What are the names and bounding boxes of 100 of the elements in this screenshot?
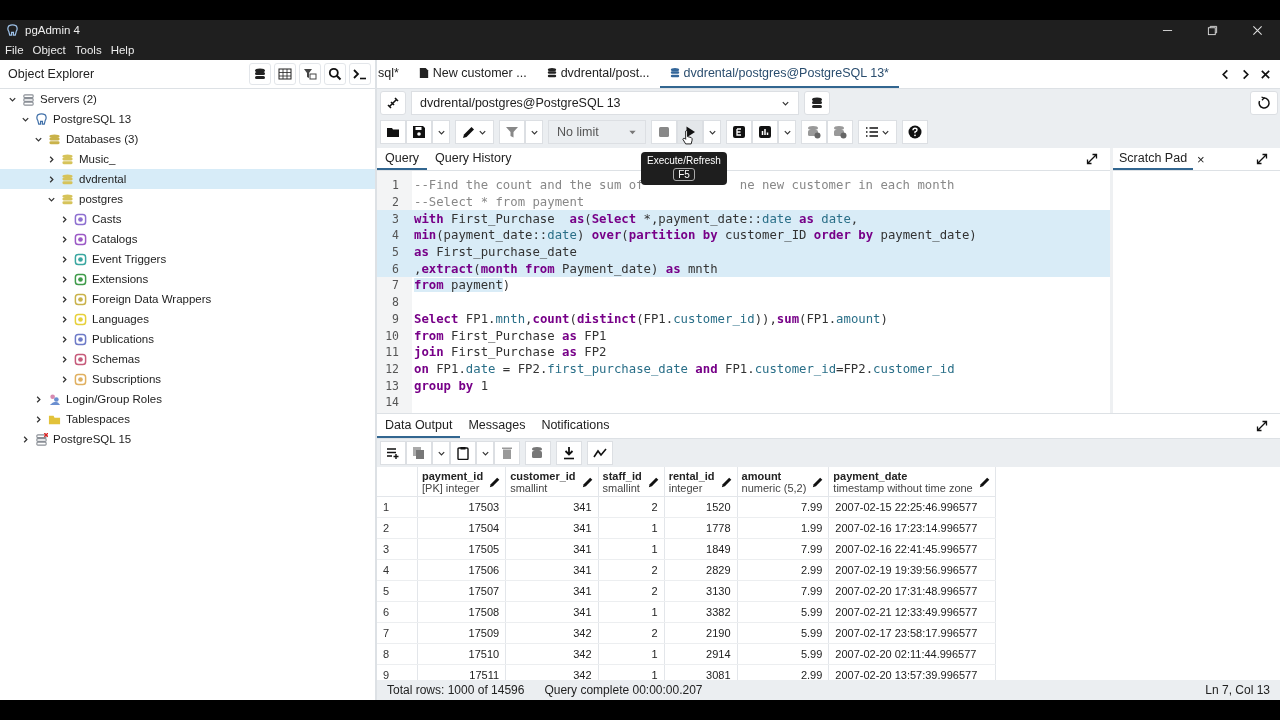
column-name: rental_id — [668, 469, 715, 482]
table-cell: 1778 — [664, 517, 738, 539]
object-icon — [74, 232, 87, 246]
macros-button[interactable] — [858, 120, 897, 144]
rollback-button[interactable] — [827, 120, 853, 144]
object-icon — [74, 332, 87, 346]
table-cell: 2 — [598, 496, 665, 518]
pencil-icon[interactable] — [647, 475, 660, 488]
tree-item[interactable]: Subscriptions — [0, 369, 375, 389]
tab[interactable]: Messages — [460, 414, 534, 438]
table-cell: 341 — [505, 580, 599, 602]
menu-item[interactable]: File — [5, 44, 24, 56]
restore-icon[interactable] — [1207, 24, 1218, 36]
code-line: on FP1.date = FP2.first_purchase_date and FP1.customer_id=FP2.customer_id — [414, 361, 955, 376]
tree-item[interactable]: Login/Group Roles — [0, 389, 375, 409]
table-cell: 1849 — [664, 538, 738, 560]
graph-button[interactable] — [587, 441, 613, 465]
menu-item[interactable]: Tools — [74, 44, 102, 56]
tab[interactable]: Notifications — [533, 414, 618, 438]
line-number: 3 — [391, 211, 400, 226]
tree-item[interactable]: Extensions — [0, 269, 375, 289]
table-cell: 2 — [598, 580, 665, 602]
table-cell: 3130 — [664, 580, 738, 602]
tree-item[interactable]: Schemas — [0, 349, 375, 369]
terminal-icon — [353, 67, 367, 81]
pencil-icon[interactable] — [812, 475, 825, 488]
delete-button[interactable] — [494, 441, 520, 465]
row-limit-dropdown[interactable]: No limit — [548, 120, 646, 144]
column-type: smallint — [510, 481, 548, 494]
tab[interactable]: Query History — [427, 148, 520, 170]
close-icon[interactable] — [1260, 68, 1271, 80]
tree-item[interactable]: PostgreSQL 13 — [0, 109, 375, 129]
tree-item[interactable]: Tablespaces — [0, 409, 375, 429]
tab[interactable]: New customer ... — [408, 60, 537, 88]
menu-item[interactable]: Help — [110, 44, 135, 56]
object-icon — [74, 252, 87, 266]
close-button[interactable]: × — [1197, 151, 1205, 167]
search-button[interactable] — [324, 63, 346, 85]
help-button[interactable] — [902, 120, 928, 144]
table-cell: 342 — [505, 622, 599, 644]
filter-options-button[interactable] — [525, 120, 543, 144]
open-file-button[interactable] — [380, 120, 406, 144]
connection-status-button[interactable] — [380, 91, 406, 115]
tree-item[interactable]: Servers (2) — [0, 89, 375, 109]
table-icon — [278, 67, 292, 81]
copy-button[interactable] — [406, 441, 432, 465]
expand-icon[interactable] — [1256, 153, 1268, 165]
expand-icon[interactable] — [1086, 153, 1098, 165]
menu-item[interactable]: Object — [32, 44, 66, 56]
tree-item[interactable]: dvdrental — [0, 169, 375, 189]
panel-title: Object Explorer — [8, 67, 95, 81]
expand-icon[interactable] — [1256, 420, 1268, 432]
code-line: --Select * from payment — [414, 195, 585, 210]
add-row-button[interactable] — [380, 441, 406, 465]
table-cell: 2007-02-15 22:25:46.996577 — [828, 496, 996, 518]
table-cell: 5.99 — [737, 643, 829, 665]
table-cell: 2007-02-16 22:41:45.996577 — [828, 538, 996, 560]
tab[interactable]: dvdrental/post... — [536, 60, 660, 88]
tree-item[interactable]: Foreign Data Wrappers — [0, 289, 375, 309]
line-number: 8 — [391, 295, 400, 310]
tree-item[interactable]: Publications — [0, 329, 375, 349]
trash-icon — [500, 446, 514, 460]
paste-button[interactable] — [450, 441, 476, 465]
psql-tool-button[interactable] — [349, 63, 371, 85]
filter-rows-button[interactable] — [299, 63, 321, 85]
filter-button[interactable] — [499, 120, 525, 144]
tree-item[interactable]: Databases (3) — [0, 129, 375, 149]
pencil-icon[interactable] — [720, 475, 733, 488]
column-name: payment_date — [833, 469, 909, 482]
line-number: 11 — [384, 345, 400, 360]
refresh-button[interactable] — [1250, 91, 1278, 115]
tree-item[interactable]: Catalogs — [0, 229, 375, 249]
query-tool-button[interactable] — [249, 63, 271, 85]
line-number: 2 — [391, 195, 400, 210]
tree-item[interactable]: Languages — [0, 309, 375, 329]
table-cell: 7.99 — [737, 538, 829, 560]
save-data-button[interactable] — [525, 441, 551, 465]
tree-item[interactable]: Casts — [0, 209, 375, 229]
cursor-position: Ln 7, Col 13 — [1205, 683, 1270, 697]
tab[interactable]: sql* — [377, 60, 409, 88]
save-button[interactable] — [406, 120, 432, 144]
explain-analyze-button[interactable] — [752, 120, 778, 144]
pencil-icon[interactable] — [978, 475, 991, 488]
line-number: 7 — [391, 278, 400, 293]
explain-button[interactable] — [726, 120, 752, 144]
tree-item[interactable]: Event Triggers — [0, 249, 375, 269]
pencil-icon[interactable] — [581, 475, 594, 488]
new-connection-button[interactable] — [804, 91, 830, 115]
tree-item[interactable]: postgres — [0, 189, 375, 209]
tree-item[interactable]: Music_ — [0, 149, 375, 169]
tree-item[interactable]: PostgreSQL 15 — [0, 429, 375, 449]
table-cell: 341 — [505, 601, 599, 623]
download-button[interactable] — [556, 441, 582, 465]
connection-dropdown[interactable]: dvdrental/postgres@PostgreSQL 13 — [411, 91, 799, 115]
edit-button[interactable] — [455, 120, 494, 144]
pencil-icon[interactable] — [489, 475, 502, 488]
table-cell: 17508 — [417, 601, 506, 623]
commit-button[interactable] — [801, 120, 827, 144]
tab[interactable]: Scratch Pad — [1113, 148, 1194, 170]
view-data-button[interactable] — [274, 63, 296, 85]
